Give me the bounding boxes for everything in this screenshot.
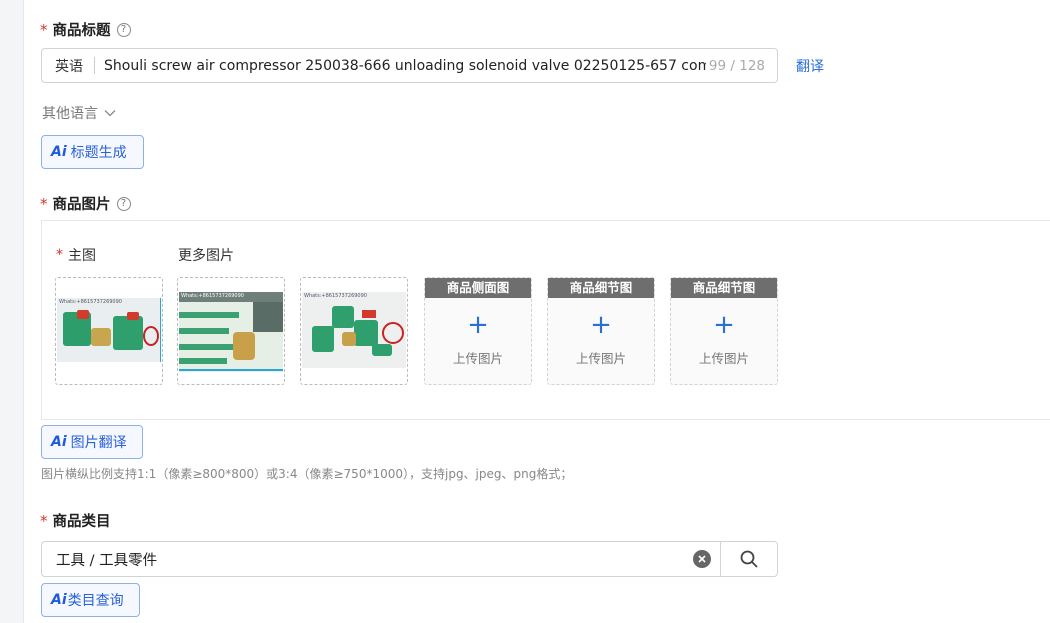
ai-icon: Ai <box>51 434 67 450</box>
chevron-down-icon <box>104 110 116 117</box>
language-prefix[interactable]: 英语 <box>42 56 94 76</box>
ai-title-generate-label: 标题生成 <box>70 145 127 161</box>
plus-icon: + <box>713 310 735 340</box>
search-icon <box>740 550 758 568</box>
search-button[interactable] <box>721 542 777 576</box>
category-input[interactable]: 工具 / 工具零件 <box>41 541 778 577</box>
ai-image-translate-label: 图片翻译 <box>70 435 127 451</box>
other-languages-toggle[interactable]: 其他语言 <box>42 103 117 123</box>
help-icon[interactable]: ? <box>116 22 131 37</box>
ai-category-query-button[interactable]: Ai 类目查询 <box>41 583 140 617</box>
title-field-label: * 商品标题 ? <box>40 19 131 40</box>
more-image-thumbnail[interactable]: Whats:+8615737269090 <box>300 277 408 385</box>
main-image-label-text: 主图 <box>68 248 96 264</box>
image-label-text: 商品图片 <box>52 197 111 213</box>
title-char-counter: 99 / 128 <box>708 57 765 74</box>
title-label-text: 商品标题 <box>52 23 111 39</box>
required-mark: * <box>40 194 48 213</box>
title-input[interactable]: 英语 Shouli screw air compressor 250038-66… <box>41 48 778 83</box>
gutter-divider <box>23 0 24 623</box>
translate-link[interactable]: 翻译 <box>796 56 824 76</box>
product-photo: Whats:+8615737269090 <box>179 292 283 372</box>
left-gutter <box>0 0 24 623</box>
plus-icon: + <box>590 310 612 340</box>
other-languages-label: 其他语言 <box>42 106 98 122</box>
photo-watermark: Whats:+8615737269090 <box>181 293 244 299</box>
title-input-value[interactable]: Shouli screw air compressor 250038-666 u… <box>95 58 706 74</box>
more-images-label: 更多图片 <box>178 248 234 264</box>
upload-slot-header: 商品细节图 <box>548 278 654 298</box>
required-mark: * <box>56 247 63 263</box>
more-image-thumbnail[interactable]: Whats:+8615737269090 <box>177 277 285 385</box>
upload-slot-text: 上传图片 <box>698 351 749 366</box>
plus-icon: + <box>467 310 489 340</box>
upload-detail-image[interactable]: 商品细节图 + 上传图片 <box>547 277 655 385</box>
product-photo: Whats:+8615737269090 <box>57 298 161 362</box>
ai-image-translate-button[interactable]: Ai 图片翻译 <box>41 425 143 459</box>
required-mark: * <box>40 511 48 530</box>
product-photo: Whats:+8615737269090 <box>302 292 406 368</box>
category-input-value[interactable]: 工具 / 工具零件 <box>56 549 693 570</box>
main-image-thumbnail[interactable]: Whats:+8615737269090 <box>55 277 163 385</box>
ai-category-query-label: 类目查询 <box>67 593 124 609</box>
main-image-label: * 主图 <box>56 245 96 265</box>
upload-slot-header: 商品侧面图 <box>425 278 531 298</box>
clear-icon[interactable] <box>693 550 711 568</box>
upload-detail-image[interactable]: 商品细节图 + 上传图片 <box>670 277 778 385</box>
photo-watermark: Whats:+8615737269090 <box>59 299 122 305</box>
required-mark: * <box>40 20 48 39</box>
upload-slot-text: 上传图片 <box>452 351 503 366</box>
category-field-label: * 商品类目 <box>40 510 111 531</box>
image-field-label: * 商品图片 ? <box>40 193 131 214</box>
upload-side-image[interactable]: 商品侧面图 + 上传图片 <box>424 277 532 385</box>
photo-watermark: Whats:+8615737269090 <box>304 293 367 299</box>
ai-icon: Ai <box>51 592 67 608</box>
category-label-text: 商品类目 <box>52 514 111 530</box>
ai-icon: Ai <box>51 144 67 160</box>
upload-slot-text: 上传图片 <box>575 351 626 366</box>
ai-title-generate-button[interactable]: Ai 标题生成 <box>41 135 144 169</box>
clear-x-glyph <box>698 555 706 563</box>
image-format-hint: 图片横纵比例支持1:1（像素≥800*800）或3:4（像素≥750*1000）… <box>41 467 573 481</box>
help-icon[interactable]: ? <box>116 196 131 211</box>
upload-slot-header: 商品细节图 <box>671 278 777 298</box>
